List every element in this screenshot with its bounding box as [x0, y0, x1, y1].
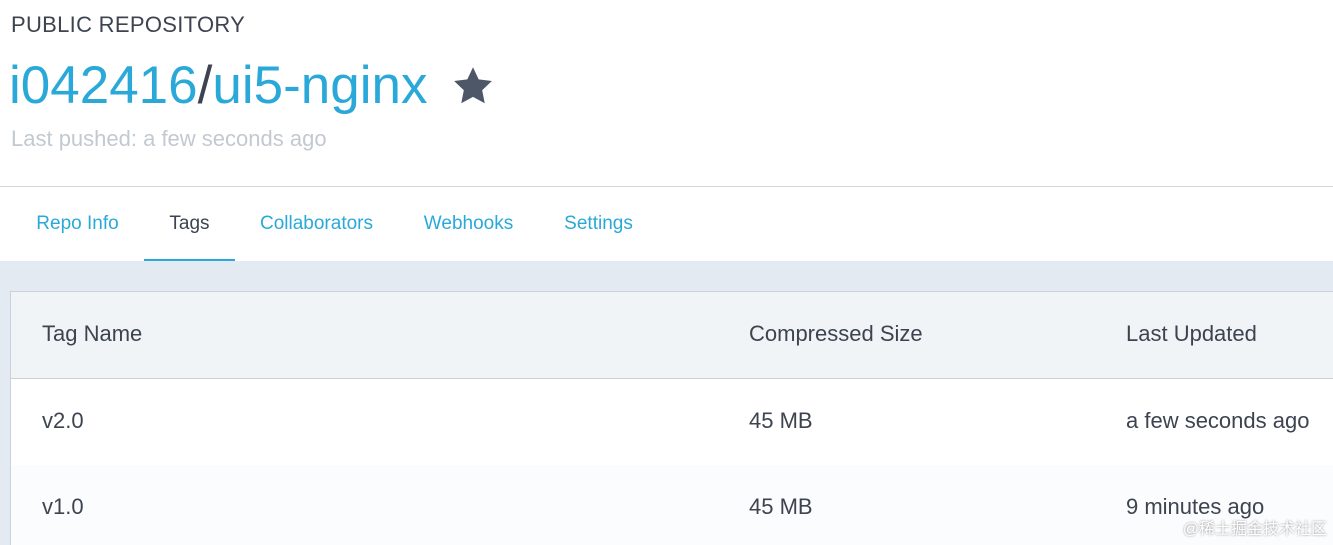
repo-title: i042416 / ui5-nginx	[9, 54, 495, 118]
repo-header: PUBLIC REPOSITORY i042416 / ui5-nginx La…	[0, 0, 1333, 186]
table-row[interactable]: v1.0 45 MB 9 minutes ago	[11, 465, 1333, 545]
tags-panel: Tag Name Compressed Size Last Updated v2…	[0, 261, 1333, 545]
tags-table: Tag Name Compressed Size Last Updated v2…	[10, 291, 1333, 545]
repo-owner-link[interactable]: i042416	[9, 54, 198, 118]
tab-repo-info[interactable]: Repo Info	[12, 187, 143, 261]
repo-visibility-label: PUBLIC REPOSITORY	[11, 12, 246, 37]
repository-page: PUBLIC REPOSITORY i042416 / ui5-nginx La…	[0, 0, 1333, 545]
compressed-size-cell: 45 MB	[749, 408, 813, 433]
tab-settings[interactable]: Settings	[540, 187, 657, 261]
table-header: Tag Name Compressed Size Last Updated	[11, 292, 1333, 379]
tab-webhooks[interactable]: Webhooks	[398, 187, 539, 261]
table-row[interactable]: v2.0 45 MB a few seconds ago	[11, 379, 1333, 466]
column-header-tag-name[interactable]: Tag Name	[42, 321, 142, 347]
tab-collaborators[interactable]: Collaborators	[236, 187, 397, 261]
tag-name-cell: v1.0	[42, 494, 84, 519]
tag-name-cell: v2.0	[42, 408, 84, 433]
repo-title-separator: /	[197, 56, 213, 115]
last-pushed-text: Last pushed: a few seconds ago	[11, 126, 327, 151]
compressed-size-cell: 45 MB	[749, 494, 813, 519]
star-icon[interactable]	[451, 64, 495, 108]
repo-tabs: Repo Info Tags Collaborators Webhooks Se…	[0, 187, 1333, 261]
column-header-compressed-size[interactable]: Compressed Size	[749, 321, 923, 347]
star-icon-glyph	[454, 67, 493, 104]
repo-name-link[interactable]: ui5-nginx	[212, 54, 427, 118]
watermark: @稀土掘金技术社区	[1182, 521, 1327, 538]
column-header-last-updated[interactable]: Last Updated	[1126, 321, 1257, 347]
tab-tags[interactable]: Tags	[144, 187, 235, 261]
last-updated-cell: a few seconds ago	[1126, 408, 1310, 433]
